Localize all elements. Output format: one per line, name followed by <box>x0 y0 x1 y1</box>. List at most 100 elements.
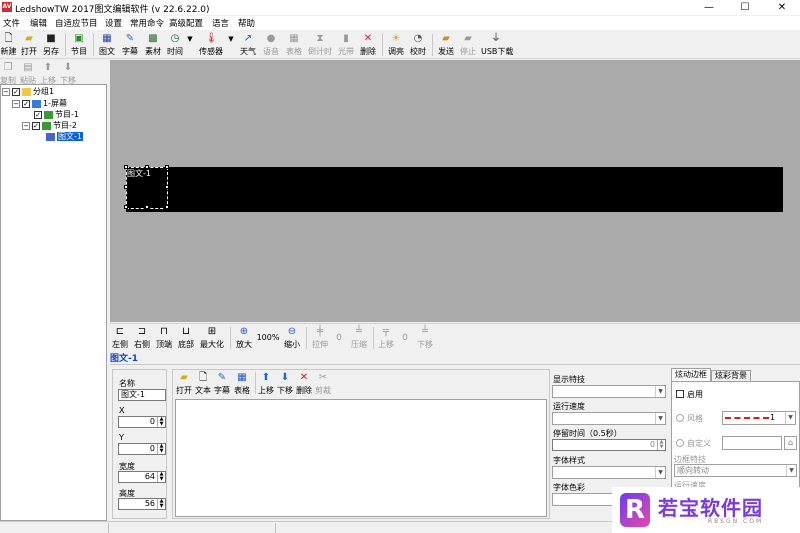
resize-handle[interactable] <box>124 165 128 169</box>
light-band-button[interactable]: ▮ 光带 <box>336 31 356 59</box>
menu-adaptive-program[interactable]: 自适应节目 <box>55 17 98 29</box>
checkbox[interactable]: ✓ <box>32 121 40 130</box>
resize-handle[interactable] <box>165 205 169 209</box>
checkbox[interactable]: ✓ <box>12 87 20 96</box>
menu-language[interactable]: 语言 <box>212 17 229 29</box>
stay-time-spinbox[interactable]: 0 ▲ ▼ <box>552 439 666 451</box>
shift-up-button[interactable]: ╤ 上移 <box>376 324 396 352</box>
copy-button[interactable]: ❐ 复制 <box>0 60 16 85</box>
speed-select[interactable]: ▼ <box>552 412 666 425</box>
enable-checkbox[interactable] <box>676 390 684 398</box>
style-select[interactable]: 1 ▼ <box>722 411 796 425</box>
display-effect-select[interactable]: ▼ <box>552 385 666 398</box>
minimize-button[interactable]: — <box>691 0 727 15</box>
file-subtitle-button[interactable]: ✎ 字幕 <box>213 370 231 396</box>
tab-background[interactable]: 炫彩背景 <box>711 370 751 381</box>
resize-handle[interactable] <box>165 165 169 169</box>
font-style-select[interactable]: ▼ <box>552 466 666 479</box>
width-spinbox[interactable]: 64 ▲ ▼ <box>118 471 166 483</box>
close-button[interactable]: ✕ <box>764 0 800 15</box>
tree-node-group[interactable]: − ✓ 分组1 <box>2 86 54 97</box>
zoom-out-button[interactable]: ⊖ 缩小 <box>282 324 302 352</box>
y-spinbox[interactable]: 0 ▲ ▼ <box>118 443 166 455</box>
custom-border-field[interactable] <box>722 436 782 450</box>
align-right-button[interactable]: ⊐ 右侧 <box>132 324 152 352</box>
led-screen-preview[interactable] <box>126 167 783 212</box>
zoom-in-button[interactable]: ⊕ 放大 <box>234 324 254 352</box>
voice-button[interactable]: ● 语音 <box>261 31 281 59</box>
resize-handle[interactable] <box>145 165 149 169</box>
file-table-button[interactable]: ▦ 表格 <box>232 370 252 396</box>
sensor-dropdown-button[interactable]: ▼ <box>226 31 236 59</box>
sensor-button[interactable]: 🌡 传感器 <box>197 31 225 59</box>
menu-settings[interactable]: 设置 <box>105 17 122 29</box>
align-bottom-button[interactable]: ⊔ 底部 <box>176 324 196 352</box>
collapse-icon[interactable]: − <box>12 99 20 108</box>
menu-advanced[interactable]: 高级配置 <box>169 17 203 29</box>
file-move-up-button[interactable]: ⬆ 上移 <box>257 370 275 396</box>
delete-button[interactable]: ✕ 删除 <box>358 31 378 59</box>
align-left-button[interactable]: ⊏ 左侧 <box>110 324 130 352</box>
image-text-button[interactable]: ▦ 图文 <box>97 31 117 59</box>
stop-button[interactable]: ▰ 停止 <box>458 31 478 59</box>
resize-handle[interactable] <box>124 185 128 189</box>
name-field[interactable]: 图文-1 <box>118 389 166 401</box>
spin-arrows-icon[interactable]: ▲ ▼ <box>157 472 165 482</box>
tree-node-program-2[interactable]: − ✓ 节目-2 <box>22 120 77 131</box>
move-down-button[interactable]: ⬇ 下移 <box>59 60 77 85</box>
height-spinbox[interactable]: 56 ▲ ▼ <box>118 498 166 510</box>
usb-download-button[interactable]: ⏚ USB下载 <box>481 31 513 59</box>
menu-common-commands[interactable]: 常用命令 <box>130 17 164 29</box>
spin-arrows-icon[interactable]: ▲ ▼ <box>157 499 165 509</box>
x-spinbox[interactable]: 0 ▲ ▼ <box>118 416 166 428</box>
tree-node-program-1[interactable]: ✓ 节目-1 <box>34 109 79 120</box>
material-button[interactable]: ▩ 素材 <box>143 31 163 59</box>
spin-arrows-icon[interactable]: ▲ ▼ <box>157 417 165 427</box>
resize-handle[interactable] <box>124 205 128 209</box>
file-crop-button[interactable]: ✂ 剪裁 <box>314 370 332 396</box>
stretch-button[interactable]: ╪ 拉伸 <box>310 324 330 352</box>
browse-folder-icon[interactable]: ⌂ <box>784 436 797 450</box>
time-sync-button[interactable]: ◔ 校时 <box>408 31 428 59</box>
new-button[interactable]: 🗋 新建 <box>0 31 17 59</box>
countdown-button[interactable]: ⧗ 倒计时 <box>306 31 334 59</box>
resize-handle[interactable] <box>165 185 169 189</box>
brightness-button[interactable]: ☀ 调亮 <box>386 31 406 59</box>
align-top-button[interactable]: ⊓ 顶端 <box>154 324 174 352</box>
table-button[interactable]: ▦ 表格 <box>284 31 304 59</box>
menu-file[interactable]: 文件 <box>3 17 20 29</box>
file-delete-button[interactable]: ✕ 删除 <box>295 370 313 396</box>
border-effect-select[interactable]: 顺向转动 ▼ <box>674 464 797 477</box>
maximize-button[interactable]: ☐ <box>727 0 763 15</box>
shift-down-button[interactable]: ╧ 下移 <box>414 324 436 352</box>
send-button[interactable]: ▰ 发送 <box>436 31 456 59</box>
checkbox[interactable]: ✓ <box>34 110 42 119</box>
style-radio[interactable] <box>676 414 684 422</box>
collapse-icon[interactable]: − <box>2 87 10 96</box>
move-up-button[interactable]: ⬆ 上移 <box>39 60 57 85</box>
subtitle-button[interactable]: ✎ 字幕 <box>120 31 140 59</box>
open-button[interactable]: ▰ 打开 <box>19 31 39 59</box>
save-as-button[interactable]: ■ 另存 <box>41 31 61 59</box>
paste-button[interactable]: ▤ 粘贴 <box>19 60 37 85</box>
spin-arrows-icon[interactable]: ▲ ▼ <box>157 444 165 454</box>
file-list[interactable] <box>175 399 547 517</box>
weather-button[interactable]: ↗ 天气 <box>238 31 258 59</box>
time-dropdown-button[interactable]: ▼ <box>185 31 195 59</box>
checkbox[interactable]: ✓ <box>22 99 30 108</box>
maximize-area-button[interactable]: ⊞ 最大化 <box>198 324 226 352</box>
resize-handle[interactable] <box>145 205 149 209</box>
tree-node-screen[interactable]: − ✓ 1-屏幕 <box>12 98 67 109</box>
file-text-button[interactable]: 🗋 文本 <box>194 370 212 396</box>
custom-radio[interactable] <box>676 439 684 447</box>
spin-arrows-icon[interactable]: ▲ ▼ <box>657 440 665 450</box>
program-button[interactable]: ▣ 节目 <box>69 31 89 59</box>
menu-edit[interactable]: 编辑 <box>30 17 47 29</box>
compress-button[interactable]: ╧ 压缩 <box>348 324 370 352</box>
file-open-button[interactable]: ▰ 打开 <box>175 370 193 396</box>
time-button[interactable]: ◷ 时间 <box>165 31 185 59</box>
collapse-icon[interactable]: − <box>22 121 30 130</box>
tab-border[interactable]: 炫动边框 <box>671 368 711 381</box>
file-move-down-button[interactable]: ⬇ 下移 <box>276 370 294 396</box>
tree-node-image-text-1[interactable]: 图文-1 <box>46 131 83 142</box>
